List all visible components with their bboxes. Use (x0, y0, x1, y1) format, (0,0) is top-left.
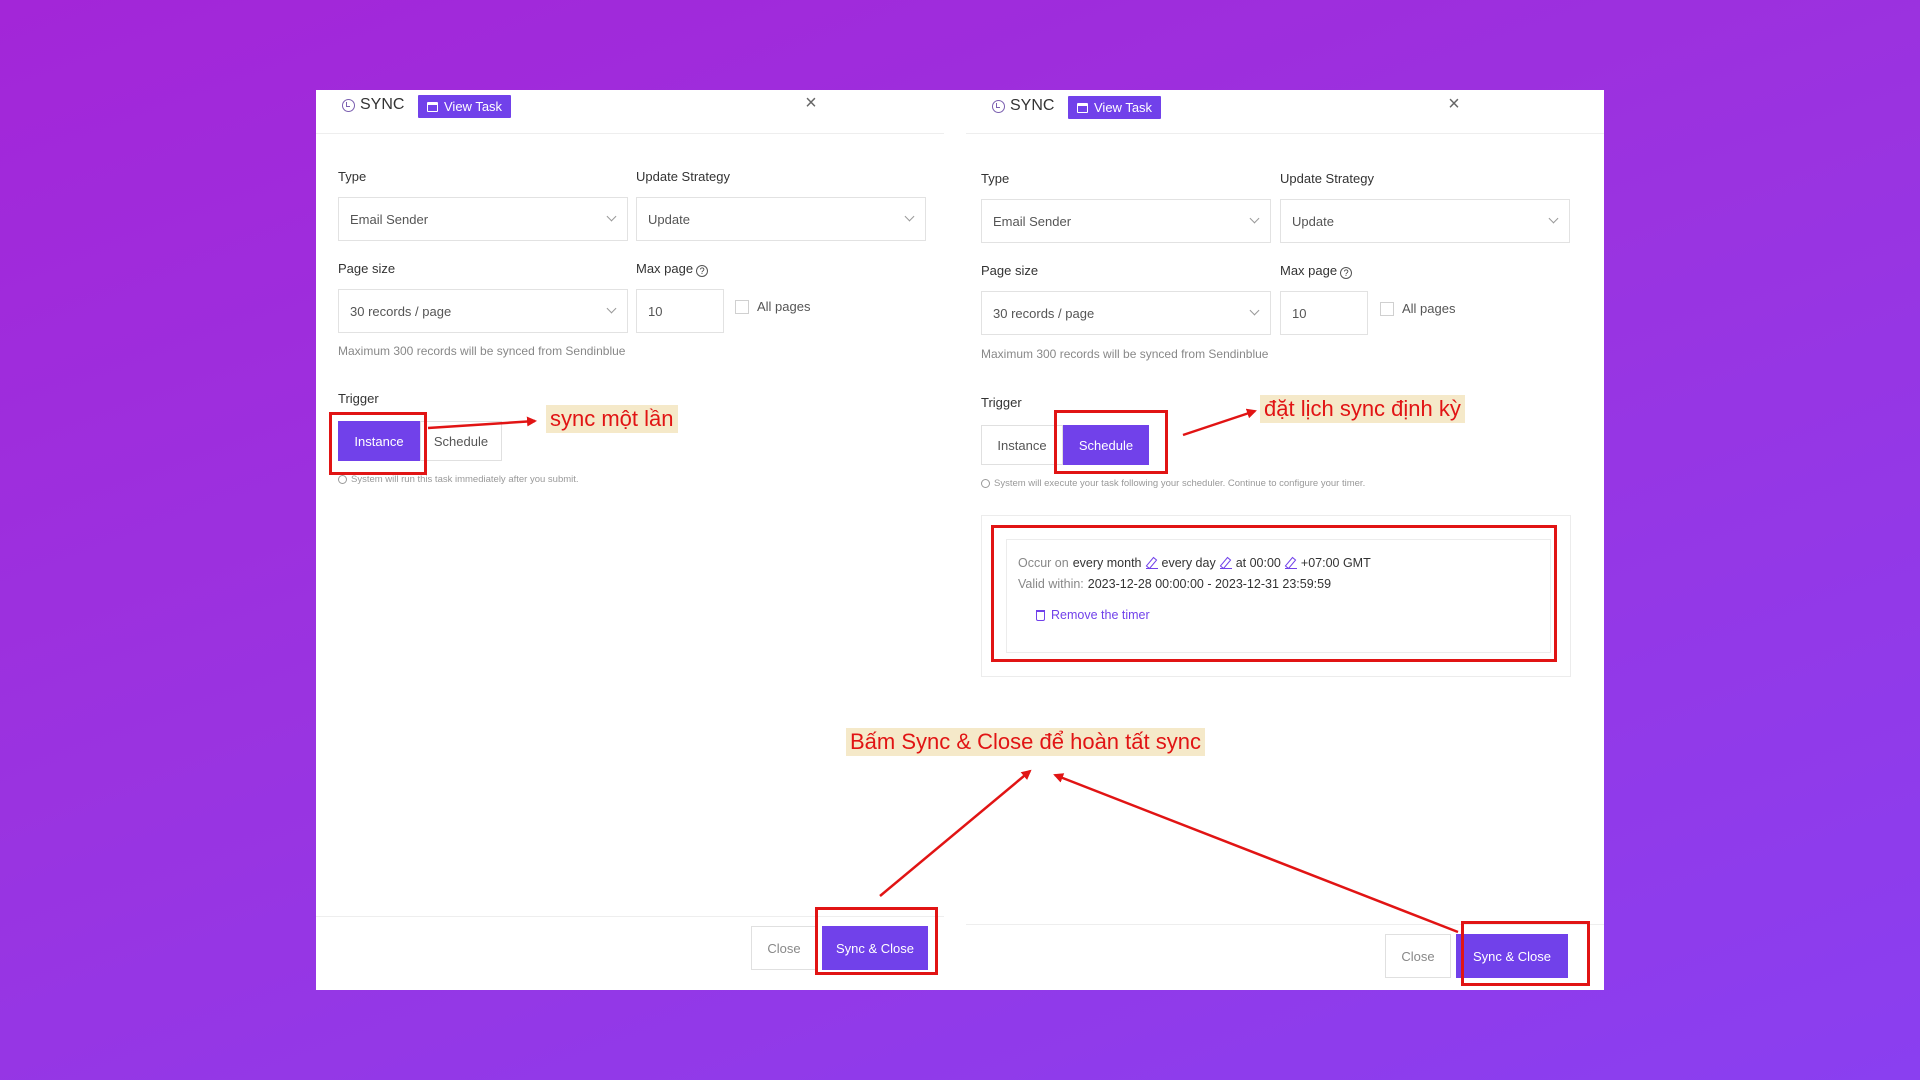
sync-clock-icon (342, 98, 355, 112)
max-page-value: 10 (648, 303, 663, 319)
page-size-select[interactable]: 30 records / page (338, 289, 628, 333)
max-page-input[interactable]: 10 (636, 289, 724, 333)
help-icon[interactable]: ? (696, 265, 709, 277)
trigger-label: Trigger (981, 395, 1022, 410)
page-size-value: 30 records / page (350, 303, 452, 319)
highlight-schedule (1054, 410, 1168, 474)
chevron-down-icon (904, 211, 915, 222)
max-page-label: Max page? (636, 261, 709, 277)
highlight-sync-close-right (1461, 921, 1590, 986)
all-pages-label: All pages (1402, 301, 1456, 316)
info-clock-icon (981, 479, 990, 488)
update-strategy-select[interactable]: Update (1280, 199, 1570, 243)
calendar-icon (1077, 102, 1088, 113)
max-page-label-text: Max page (1280, 263, 1338, 278)
all-pages-checkbox[interactable] (1380, 302, 1394, 316)
dialog-header: SYNC View Task × (966, 90, 1604, 134)
view-task-button[interactable]: View Task (418, 95, 512, 118)
page-size-select[interactable]: 30 records / page (981, 291, 1271, 335)
chevron-down-icon (1548, 213, 1559, 224)
type-select-value: Email Sender (993, 213, 1072, 229)
all-pages-checkbox[interactable] (735, 300, 749, 314)
type-select[interactable]: Email Sender (981, 199, 1271, 243)
page-size-value: 30 records / page (993, 305, 1095, 321)
max-records-note: Maximum 300 records will be synced from … (338, 344, 626, 358)
type-select-value: Email Sender (350, 211, 429, 227)
max-page-label: Max page? (1280, 263, 1353, 279)
page-size-label: Page size (338, 261, 396, 276)
trigger-hint-text: System will run this task immediately af… (351, 474, 579, 485)
view-task-label: View Task (444, 99, 503, 114)
max-page-label-text: Max page (636, 261, 694, 276)
annotation-right-trigger: đặt lịch sync định kỳ (1260, 395, 1465, 423)
trigger-hint: System will execute your task following … (981, 478, 1365, 489)
max-page-value: 10 (1292, 305, 1307, 321)
info-clock-icon (338, 475, 347, 484)
dialog-title: SYNC (342, 96, 404, 114)
max-records-note: Maximum 300 records will be synced from … (981, 347, 1269, 361)
screenshot-canvas: SYNC View Task × Type Email Sender Updat… (316, 90, 1604, 990)
type-select[interactable]: Email Sender (338, 197, 628, 241)
type-label: Type (338, 169, 367, 184)
trigger-hint: System will run this task immediately af… (338, 474, 579, 485)
trigger-label: Trigger (338, 391, 379, 406)
chevron-down-icon (606, 303, 617, 314)
close-button[interactable]: Close (751, 926, 817, 970)
chevron-down-icon (1249, 213, 1260, 224)
close-icon[interactable]: × (801, 93, 821, 113)
page-size-label: Page size (981, 263, 1039, 278)
annotation-left-trigger: sync một lần (546, 405, 678, 433)
trigger-schedule-option[interactable]: Schedule (420, 421, 502, 461)
chevron-down-icon (1249, 305, 1260, 316)
annotation-bottom: Bấm Sync & Close để hoàn tất sync (846, 728, 1205, 756)
close-button[interactable]: Close (1385, 934, 1451, 978)
max-page-input[interactable]: 10 (1280, 291, 1368, 335)
close-icon[interactable]: × (1444, 94, 1464, 114)
update-strategy-value: Update (648, 211, 690, 227)
highlight-sync-close-left (815, 907, 938, 975)
view-task-button[interactable]: View Task (1068, 96, 1162, 119)
update-strategy-select[interactable]: Update (636, 197, 926, 241)
dialog-title-text: SYNC (360, 96, 405, 113)
sync-clock-icon (992, 99, 1005, 113)
highlight-instance (329, 412, 427, 475)
chevron-down-icon (606, 211, 617, 222)
view-task-label: View Task (1094, 100, 1153, 115)
dialog-title-text: SYNC (1010, 97, 1055, 114)
help-icon[interactable]: ? (1340, 267, 1353, 279)
type-label: Type (981, 171, 1010, 186)
dialog-title: SYNC (992, 97, 1054, 115)
trigger-instance-option[interactable]: Instance (981, 425, 1063, 465)
dialog-header: SYNC View Task × (316, 90, 944, 134)
update-strategy-value: Update (1292, 213, 1334, 229)
highlight-timer (991, 525, 1557, 662)
update-strategy-label: Update Strategy (636, 169, 730, 184)
update-strategy-label: Update Strategy (1280, 171, 1374, 186)
all-pages-label: All pages (757, 299, 811, 314)
trigger-hint-text: System will execute your task following … (994, 478, 1366, 489)
calendar-icon (427, 101, 438, 112)
sync-dialog-left: SYNC View Task × Type Email Sender Updat… (316, 90, 944, 990)
